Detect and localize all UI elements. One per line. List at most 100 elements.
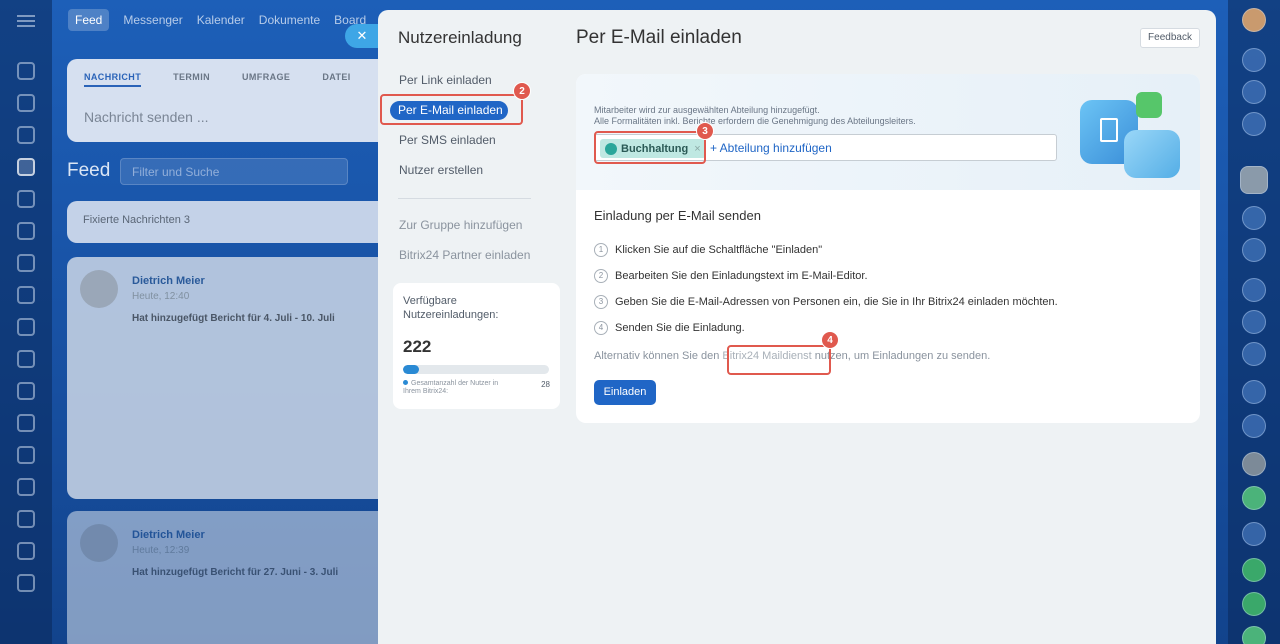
copilot-icon[interactable] [1242,310,1266,334]
settings-icon[interactable] [17,478,35,496]
annotation-badge: 2 [513,82,531,100]
nav-create-user[interactable]: Nutzer erstellen [399,163,483,177]
list-item: 1 Klicken Sie auf die Schaltfläche "Einla… [594,237,1184,263]
note-line-2: Alle Formalitäten inkl. Berichte erforde… [594,116,916,126]
stats-count: 222 [403,337,432,356]
message-icon[interactable] [1242,238,1266,262]
tab-message[interactable]: NACHRICHT [84,72,142,87]
step-text: Klicken Sie auf die Schaltfläche "Einlad… [615,244,823,256]
feed-title: Feed [67,160,111,181]
feed-post: Dietrich Meier Heute, 12:40 Hat hinzugef… [67,257,397,499]
widget-icon[interactable] [17,510,35,528]
checkbox-icon[interactable] [1242,592,1266,616]
apps-icon[interactable] [17,574,35,592]
add-department-link[interactable]: + Abteilung hinzufügen [710,141,832,155]
nav-feed[interactable]: Feed [68,9,110,31]
contact-avatar[interactable] [1242,626,1266,644]
users-icon [1124,130,1180,178]
checkbox-icon[interactable] [17,286,35,304]
contact-avatar[interactable] [1242,452,1266,476]
avatar [80,270,118,308]
chat-icon[interactable] [1242,206,1266,230]
alt-text-before: Alternativ können Sie den [594,350,723,362]
checkbox-icon[interactable] [1242,558,1266,582]
phone-icon[interactable] [1242,414,1266,438]
nav-invite-by-sms[interactable]: Per SMS einladen [399,133,496,147]
instruction-steps: 1 Klicken Sie auf die Schaltfläche "Einla… [594,237,1184,341]
nav-invite-by-link[interactable]: Per Link einladen [399,73,492,87]
stats-progress-fill [403,365,420,374]
post-time: Heute, 12:39 [132,545,190,556]
close-slider-button[interactable]: ✕ [345,24,379,48]
step-number: 1 [594,243,608,257]
top-navigation: Feed Messenger Kalender Dokumente Board [68,8,366,32]
post-author[interactable]: Dietrich Meier [132,275,205,287]
sign-icon[interactable] [17,382,35,400]
post-text: Hat hinzugefügt Bericht für 27. Juni - 3… [132,567,339,578]
nav-documents[interactable]: Dokumente [259,13,320,27]
list-item: 4 Senden Sie die Einladung. [594,315,1184,341]
filter-icon[interactable] [17,542,35,560]
stats-footer-value: 28 [541,380,550,389]
department-note: Mitarbeiter wird zur ausgewählten Abteil… [594,105,916,127]
chat-icon[interactable] [17,350,35,368]
post-input[interactable]: Nachricht senden ... [67,87,397,125]
pinned-messages[interactable]: Fixierte Nachrichten 3 [67,201,397,243]
modal-title: Nutzereinladung [398,28,522,47]
menu-icon[interactable] [17,12,35,30]
step-number: 4 [594,321,608,335]
right-sidebar [1228,0,1280,644]
tab-file[interactable]: DATEI [322,72,350,87]
email-instructions: Einladung per E-Mail senden 1 Klicken Sie… [594,208,1184,362]
nav-divider [398,198,531,199]
list-item: 2 Bearbeiten Sie den Einladungstext im E-… [594,263,1184,289]
screen-icon[interactable] [17,254,35,272]
tab-event[interactable]: TERMIN [173,72,210,87]
people-icon[interactable] [17,126,35,144]
home-icon[interactable] [17,62,35,80]
stats-footer-label: Gesamtanzahl der Nutzer in Ihrem Bitrix2… [403,380,499,395]
left-sidebar [0,0,52,644]
invite-button[interactable]: Einladen [594,380,656,405]
legend-dot [403,380,408,385]
mail-icon[interactable] [17,318,35,336]
contact-avatar[interactable] [1242,486,1266,510]
bell-icon[interactable] [1242,48,1266,72]
feedback-button[interactable]: Feedback [1140,28,1200,48]
highlight-frame [594,131,706,164]
search-icon[interactable] [1242,112,1266,136]
copilot-icon[interactable] [1242,80,1266,104]
tab-poll[interactable]: UMFRAGE [242,72,290,87]
nav-messenger[interactable]: Messenger [123,13,182,27]
calendar-icon[interactable] [17,190,35,208]
contact-card-icon[interactable] [1242,342,1266,366]
alt-text-after: nutzen, um Einladungen zu senden. [811,350,991,362]
copilot-icon[interactable] [1242,380,1266,404]
post-author[interactable]: Dietrich Meier [132,529,205,541]
contact-avatar[interactable] [1240,166,1268,194]
stats-progress-bar [403,365,549,374]
feed-icon[interactable] [17,158,35,176]
list-item: 3 Geben Sie die E-Mail-Adressen von Perso… [594,289,1184,315]
copilot-icon[interactable] [1242,278,1266,302]
avatar [80,524,118,562]
nav-invite-partner[interactable]: Bitrix24 Partner einladen [399,248,530,262]
annotation-badge: 4 [821,331,839,349]
contact-card-icon[interactable] [1242,522,1266,546]
content-title: Per E-Mail einladen [576,27,742,48]
step-text: Geben Sie die E-Mail-Adressen von Person… [615,296,1058,308]
step-number: 3 [594,295,608,309]
step-text: Bearbeiten Sie den Einladungstext im E-M… [615,270,868,282]
instructions-title: Einladung per E-Mail senden [594,208,761,223]
store-icon[interactable] [17,414,35,432]
feed-filter-input[interactable]: Filter und Suche [120,158,348,185]
drive-icon[interactable] [17,222,35,240]
document-icon[interactable] [17,446,35,464]
tasks-icon[interactable] [17,94,35,112]
step-number: 2 [594,269,608,283]
nav-calendar[interactable]: Kalender [197,13,245,27]
email-invite-panel: Mitarbeiter wird zur ausgewählten Abteil… [576,74,1200,423]
user-avatar[interactable] [1242,8,1266,32]
nav-add-to-group[interactable]: Zur Gruppe hinzufügen [399,218,522,232]
post-text: Hat hinzugefügt Bericht für 4. Juli - 10… [132,313,335,324]
